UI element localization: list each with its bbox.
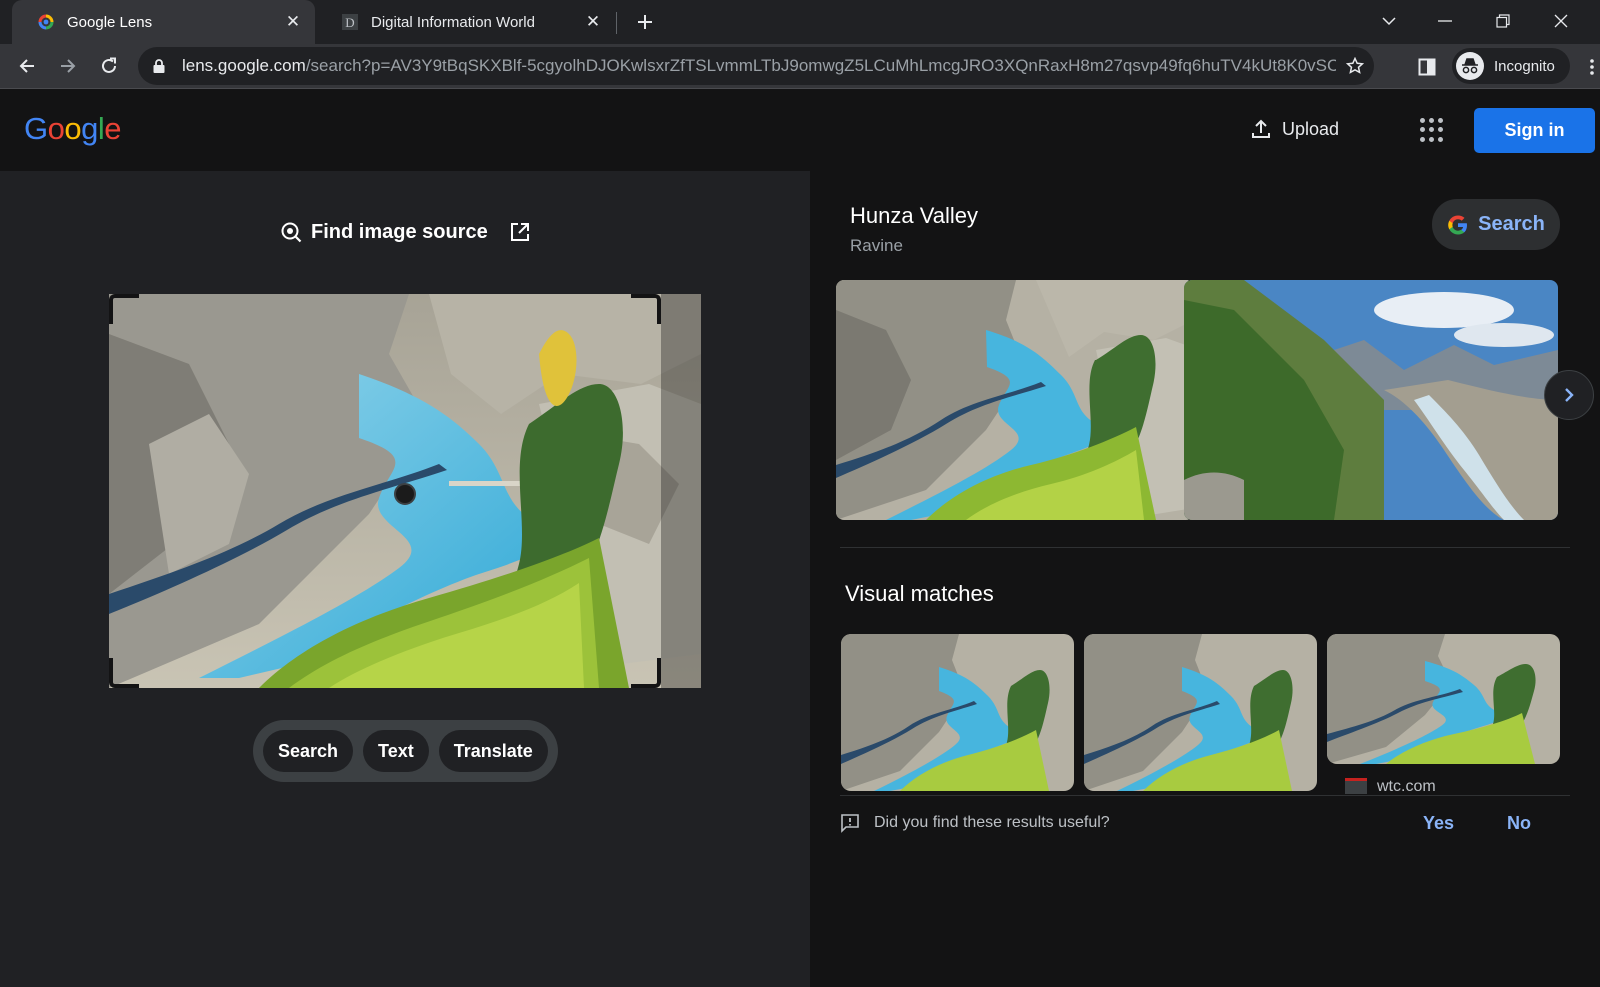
side-panel-icon[interactable] xyxy=(1412,52,1442,82)
close-tab-icon[interactable]: ✕ xyxy=(583,12,603,32)
visual-match-thumbnail xyxy=(841,634,1074,791)
visual-match-thumbnail xyxy=(1327,634,1560,764)
minimize-icon[interactable] xyxy=(1430,6,1460,36)
find-image-source-label: Find image source xyxy=(311,220,488,243)
valley-thumbnail xyxy=(1184,280,1558,520)
google-apps-grid-icon[interactable] xyxy=(1417,115,1447,145)
url-text: lens.google.com/search?p=AV3Y9tBqSKXBlf-… xyxy=(182,56,1336,75)
query-image-panel: Find image source Search Text Translate xyxy=(0,171,810,987)
crop-corner-handle[interactable] xyxy=(109,658,139,688)
browser-menu-icon[interactable] xyxy=(1584,52,1600,82)
mode-chips: Search Text Translate xyxy=(253,720,558,782)
crop-dim-overlay xyxy=(661,294,701,688)
reload-icon[interactable] xyxy=(93,50,125,82)
google-logo-letter: g xyxy=(81,111,98,146)
entity-image-1[interactable] xyxy=(836,280,1194,520)
tab-google-lens[interactable]: Google Lens ✕ xyxy=(12,0,315,44)
chevron-right-icon xyxy=(1565,388,1574,402)
google-logo-letter: o xyxy=(64,111,82,146)
restore-icon[interactable] xyxy=(1488,6,1518,36)
entity-title[interactable]: Hunza Valley xyxy=(850,203,978,229)
tab-search-chevron-icon[interactable] xyxy=(1374,6,1404,36)
site-favicon-icon: D xyxy=(340,13,359,32)
entity-search-label: Search xyxy=(1478,213,1545,235)
tab-separator xyxy=(616,12,617,34)
upload-label: Upload xyxy=(1282,118,1340,139)
entity-subtitle: Ravine xyxy=(850,236,903,255)
sign-in-button[interactable]: Sign in xyxy=(1474,108,1595,153)
svg-text:D: D xyxy=(345,15,354,30)
incognito-profile-button[interactable]: Incognito xyxy=(1452,48,1570,84)
feedback-no-button[interactable]: No xyxy=(1507,813,1531,834)
crop-corner-handle[interactable] xyxy=(631,658,661,688)
tab-title: Digital Information World xyxy=(371,13,535,31)
object-marker-dot[interactable] xyxy=(394,483,416,505)
visual-matches-heading: Visual matches xyxy=(845,581,994,606)
search-mode-chip[interactable]: Search xyxy=(263,730,354,772)
visual-match-thumbnail xyxy=(1084,634,1317,791)
entity-search-button[interactable]: Search xyxy=(1432,199,1560,250)
next-arrow-button[interactable] xyxy=(1544,370,1594,420)
image-search-icon xyxy=(281,222,302,243)
translate-mode-chip[interactable]: Translate xyxy=(438,730,548,772)
tab-digital-information-world[interactable]: D Digital Information World ✕ xyxy=(316,0,615,44)
forward-arrow-icon[interactable] xyxy=(52,50,84,82)
site-favicon-icon xyxy=(1345,778,1367,794)
crop-corner-handle[interactable] xyxy=(109,294,139,324)
google-logo-letter: G xyxy=(24,111,48,146)
open-in-new-icon xyxy=(510,223,529,241)
feedback-question: Did you find these results useful? xyxy=(874,814,1110,831)
tab-title: Google Lens xyxy=(67,13,153,31)
google-g-icon xyxy=(1448,215,1468,234)
incognito-icon xyxy=(1456,52,1484,80)
results-panel: Hunza Valley Ravine Search Visual matche… xyxy=(810,171,1600,987)
upload-icon xyxy=(1252,119,1270,138)
address-bar[interactable]: lens.google.com/search?p=AV3Y9tBqSKXBlf-… xyxy=(138,47,1374,85)
incognito-label: Incognito xyxy=(1494,57,1555,75)
lock-icon[interactable] xyxy=(152,57,170,75)
feedback-divider xyxy=(840,795,1570,796)
browser-tabstrip: Google Lens ✕ D Digital Information Worl… xyxy=(0,0,1600,44)
entity-image-2[interactable] xyxy=(1184,280,1558,520)
browser-toolbar: lens.google.com/search?p=AV3Y9tBqSKXBlf-… xyxy=(0,44,1600,89)
lens-header: Google Upload Sign in xyxy=(0,89,1600,171)
visual-match-card[interactable] xyxy=(1327,634,1560,764)
ravine-thumbnail xyxy=(836,280,1194,520)
google-logo-letter: e xyxy=(104,111,122,146)
visual-match-card[interactable] xyxy=(1084,634,1317,791)
close-tab-icon[interactable]: ✕ xyxy=(283,12,303,32)
close-window-icon[interactable] xyxy=(1546,6,1576,36)
section-divider xyxy=(840,547,1570,548)
upload-button[interactable]: Upload xyxy=(1250,111,1339,147)
visual-match-source-domain: wtc.com xyxy=(1377,778,1436,794)
google-logo[interactable]: Google xyxy=(24,111,122,147)
bookmark-star-icon[interactable] xyxy=(1336,47,1374,85)
visual-match-card[interactable] xyxy=(841,634,1074,791)
crop-corner-handle[interactable] xyxy=(631,294,661,324)
feedback-icon xyxy=(841,814,859,833)
google-logo-letter: o xyxy=(47,111,65,146)
find-image-source-button[interactable]: Find image source xyxy=(280,214,539,250)
new-tab-plus-icon[interactable] xyxy=(631,8,659,36)
google-lens-favicon-icon xyxy=(36,13,55,32)
feedback-yes-button[interactable]: Yes xyxy=(1423,813,1454,834)
feedback-row: Did you find these results useful? xyxy=(840,808,1570,838)
back-arrow-icon[interactable] xyxy=(11,50,43,82)
visual-match-source[interactable]: wtc.com xyxy=(1345,778,1436,794)
text-mode-chip[interactable]: Text xyxy=(363,730,429,772)
